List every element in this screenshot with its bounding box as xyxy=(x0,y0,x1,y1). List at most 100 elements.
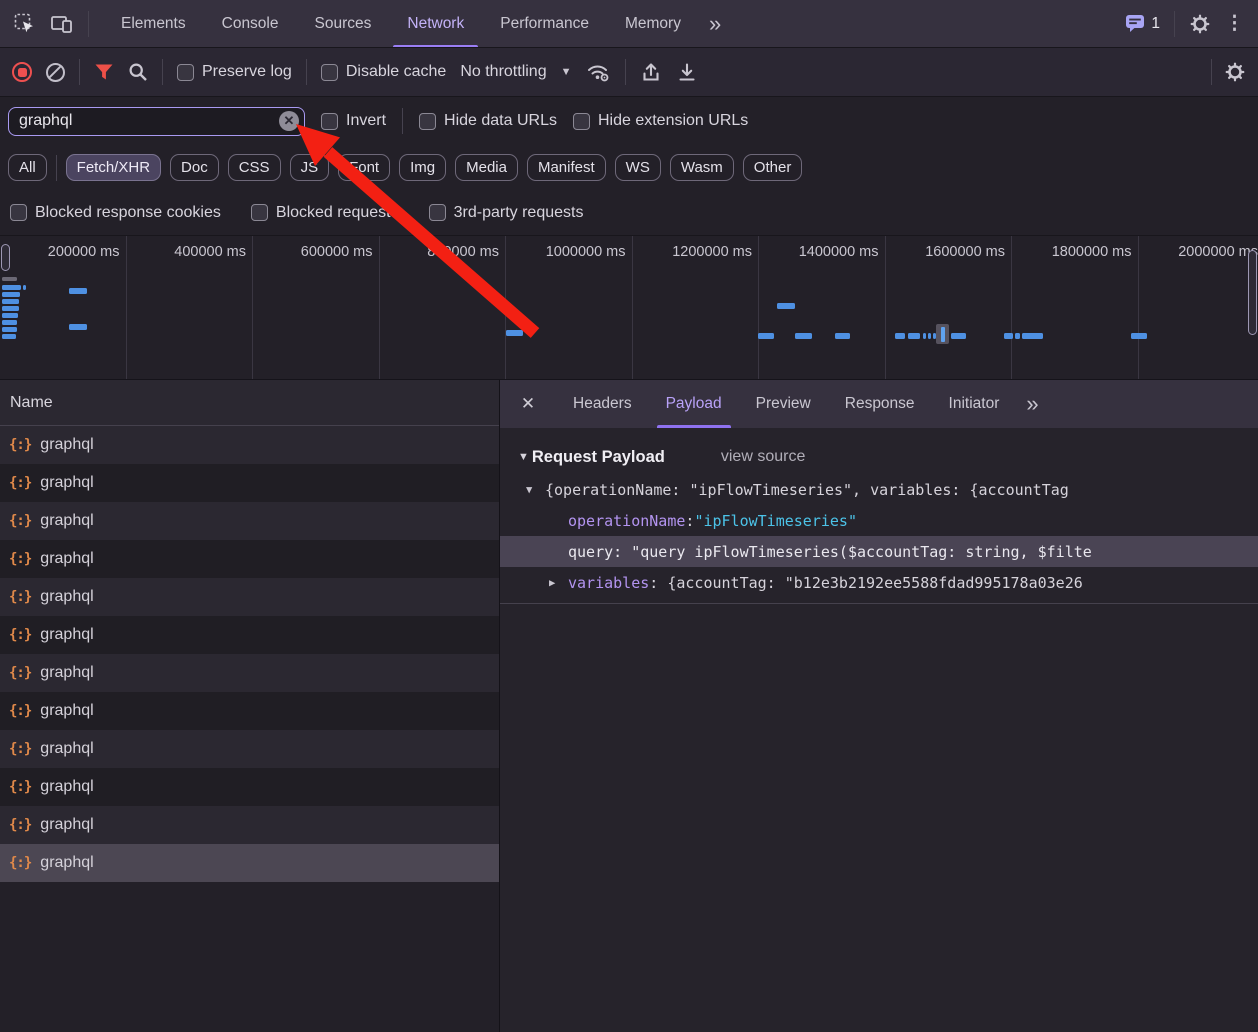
close-icon[interactable]: ✕ xyxy=(500,380,556,428)
network-activity-bar xyxy=(835,333,850,339)
issues-counter[interactable]: 1 xyxy=(1125,14,1160,33)
token-key: variables xyxy=(568,574,649,592)
table-row[interactable]: {:}graphql xyxy=(0,692,499,730)
detail-tab-headers[interactable]: Headers xyxy=(556,380,649,428)
throttling-select[interactable]: No throttling ▼ xyxy=(460,63,571,81)
overview-grip-left[interactable] xyxy=(1,244,10,271)
hide-extension-urls-checkbox[interactable]: Hide extension URLs xyxy=(573,112,748,130)
filter-chip-other[interactable]: Other xyxy=(743,154,803,181)
import-har-button[interactable] xyxy=(640,61,662,83)
filter-chip-fetch-xhr[interactable]: Fetch/XHR xyxy=(66,154,161,181)
checkbox-box[interactable] xyxy=(419,113,436,130)
checkbox-box[interactable] xyxy=(177,64,194,81)
payload-line[interactable]: query: "query ipFlowTimeseries($accountT… xyxy=(500,536,1258,567)
table-row[interactable]: {:}graphql xyxy=(0,540,499,578)
search-button[interactable] xyxy=(128,62,148,82)
section-title: Request Payload xyxy=(532,448,665,467)
more-detail-tabs-icon[interactable]: » xyxy=(1016,393,1048,415)
payload-line[interactable]: ▼{operationName: "ipFlowTimeseries", var… xyxy=(500,474,1258,505)
detail-tab-initiator[interactable]: Initiator xyxy=(932,380,1017,428)
table-row[interactable]: {:}graphql xyxy=(0,502,499,540)
overview-grip-right[interactable] xyxy=(1248,250,1257,335)
network-overview-timeline[interactable]: 200000 ms400000 ms600000 ms800000 ms1000… xyxy=(0,235,1258,380)
checkbox-box[interactable] xyxy=(321,113,338,130)
payload-line[interactable]: operationName: "ipFlowTimeseries" xyxy=(500,505,1258,536)
preserve-log-checkbox[interactable]: Preserve log xyxy=(177,63,292,81)
network-activity-bar xyxy=(2,285,21,290)
checkbox-blocked-response-cookies[interactable]: Blocked response cookies xyxy=(10,204,221,222)
table-row[interactable]: {:}graphql xyxy=(0,730,499,768)
network-settings-gear-icon[interactable] xyxy=(1224,61,1246,83)
checkbox-box[interactable] xyxy=(251,204,268,221)
filter-chip-css[interactable]: CSS xyxy=(228,154,281,181)
table-row[interactable]: {:}graphql xyxy=(0,616,499,654)
view-source-link[interactable]: view source xyxy=(721,448,805,466)
collapsed-arrow-icon[interactable]: ▶ xyxy=(549,577,562,589)
more-tabs-icon[interactable]: » xyxy=(699,13,731,35)
expanded-arrow-icon[interactable]: ▼ xyxy=(526,484,539,496)
filter-input[interactable] xyxy=(8,107,305,136)
network-conditions-button[interactable] xyxy=(585,61,611,83)
payload-line[interactable]: ▶variables: {accountTag: "b12e3b2192ee55… xyxy=(500,567,1258,598)
filter-chip-img[interactable]: Img xyxy=(399,154,446,181)
json-braces-icon: {:} xyxy=(9,817,31,833)
filter-chip-all[interactable]: All xyxy=(8,154,47,181)
tab-memory[interactable]: Memory xyxy=(607,0,699,47)
settings-gear-icon[interactable] xyxy=(1189,13,1211,35)
checkbox-box[interactable] xyxy=(10,204,27,221)
hide-data-urls-checkbox[interactable]: Hide data URLs xyxy=(419,112,557,130)
filter-chip-media[interactable]: Media xyxy=(455,154,518,181)
table-row[interactable]: {:}graphql xyxy=(0,806,499,844)
filter-toggle-button[interactable] xyxy=(94,63,114,82)
checkbox-box[interactable] xyxy=(321,64,338,81)
checkbox-label: Disable cache xyxy=(346,63,447,81)
checkbox-box[interactable] xyxy=(573,113,590,130)
clear-button[interactable] xyxy=(46,63,65,82)
filter-chip-wasm[interactable]: Wasm xyxy=(670,154,734,181)
section-collapse-icon[interactable]: ▼ xyxy=(518,451,529,463)
record-button[interactable] xyxy=(12,62,32,82)
detail-tab-payload[interactable]: Payload xyxy=(649,380,739,428)
table-row[interactable]: {:}graphql xyxy=(0,768,499,806)
advanced-filters-row: Blocked response cookies Blocked requests… xyxy=(0,190,1258,235)
table-row[interactable]: {:}graphql xyxy=(0,464,499,502)
clear-filter-icon[interactable]: ✕ xyxy=(279,111,299,131)
tab-elements[interactable]: Elements xyxy=(103,0,204,47)
filter-chip-doc[interactable]: Doc xyxy=(170,154,219,181)
invert-checkbox[interactable]: Invert xyxy=(321,112,386,130)
filter-chip-font[interactable]: Font xyxy=(338,154,390,181)
tab-network[interactable]: Network xyxy=(389,0,482,47)
checkbox-label: Preserve log xyxy=(202,63,292,81)
tab-sources[interactable]: Sources xyxy=(297,0,390,47)
funnel-icon xyxy=(94,63,114,82)
kebab-menu-icon[interactable]: ⋮ xyxy=(1225,12,1244,35)
disable-cache-checkbox[interactable]: Disable cache xyxy=(321,63,447,81)
checkbox-blocked-requests[interactable]: Blocked requests xyxy=(251,204,399,222)
json-braces-icon: {:} xyxy=(9,589,31,605)
filter-chip-manifest[interactable]: Manifest xyxy=(527,154,606,181)
device-toolbar-icon[interactable] xyxy=(50,13,74,35)
request-payload-section[interactable]: ▼ Request Payload view source xyxy=(500,440,1258,474)
detail-tab-response[interactable]: Response xyxy=(828,380,932,428)
export-har-button[interactable] xyxy=(676,61,698,83)
checkbox-box[interactable] xyxy=(429,204,446,221)
tab-console[interactable]: Console xyxy=(204,0,297,47)
table-row[interactable]: {:}graphql xyxy=(0,654,499,692)
table-row[interactable]: {:}graphql xyxy=(0,578,499,616)
filter-chip-ws[interactable]: WS xyxy=(615,154,661,181)
inspect-element-icon[interactable] xyxy=(14,13,36,35)
table-row[interactable]: {:} graphql xyxy=(0,844,499,882)
tab-performance[interactable]: Performance xyxy=(482,0,607,47)
detail-tab-preview[interactable]: Preview xyxy=(739,380,828,428)
network-activity-bar xyxy=(23,285,26,290)
network-toolbar: Preserve log Disable cache No throttling… xyxy=(0,48,1258,97)
message-bubble-icon xyxy=(1125,14,1145,33)
table-row[interactable]: {:}graphql xyxy=(0,426,499,464)
json-braces-icon: {:} xyxy=(9,855,31,871)
token-plain: query: "query ipFlowTimeseries($accountT… xyxy=(568,543,1092,561)
filter-chip-js[interactable]: JS xyxy=(290,154,330,181)
checkbox-3rd-party-requests[interactable]: 3rd-party requests xyxy=(429,204,584,222)
toolbar-divider xyxy=(162,59,163,85)
request-name: graphql xyxy=(40,854,93,872)
name-column-header[interactable]: Name xyxy=(0,380,499,426)
